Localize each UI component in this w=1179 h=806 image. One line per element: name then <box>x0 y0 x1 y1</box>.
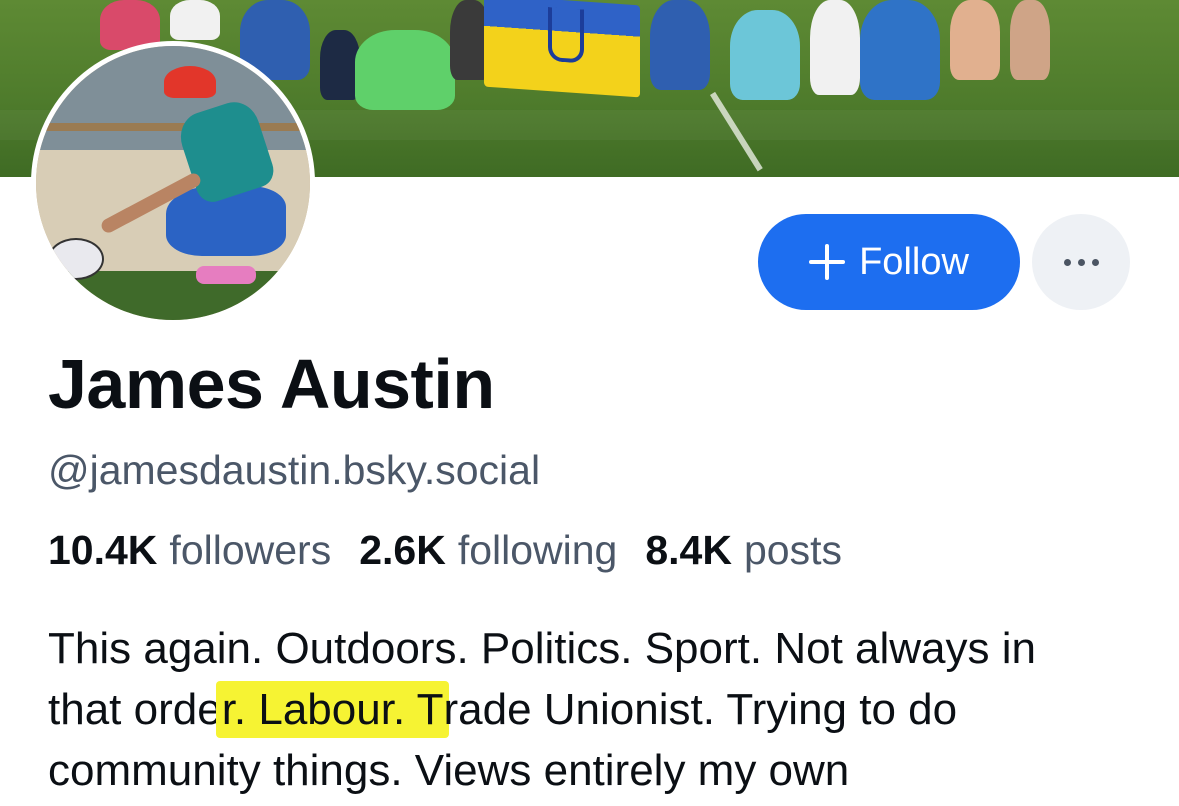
more-options-button[interactable] <box>1032 214 1130 310</box>
follow-button[interactable]: Follow <box>758 214 1020 310</box>
display-name: James Austin <box>48 345 495 423</box>
plus-icon <box>809 244 846 280</box>
profile-stats: 10.4K followers 2.6K following 8.4K post… <box>48 524 842 576</box>
posts-count: 8.4K <box>645 527 732 573</box>
posts-label: posts <box>743 527 842 573</box>
profile-handle: @jamesdaustin.bsky.social <box>48 447 541 493</box>
bio-highlight: r. Labour. T <box>215 681 450 738</box>
flag-image <box>484 0 640 98</box>
avatar[interactable] <box>31 41 315 325</box>
bio-line-3: community things. Views entirely my own <box>48 746 850 795</box>
profile-bio: This again. Outdoors. Politics. Sport. N… <box>48 618 1158 801</box>
follow-label: Follow <box>859 240 969 283</box>
bio-line-1: This again. Outdoors. Politics. Sport. N… <box>48 624 1036 673</box>
posts-stat: 8.4K posts <box>645 524 842 576</box>
bio-line-2: that order. Labour. Trade Unionist. Tryi… <box>48 679 1158 740</box>
following-count: 2.6K <box>359 527 446 573</box>
following-label: following <box>457 527 618 573</box>
dots-horizontal-icon <box>1063 258 1099 266</box>
followers-count: 10.4K <box>48 527 158 573</box>
followers-stat[interactable]: 10.4K followers <box>48 524 331 576</box>
rugby-ball <box>48 238 104 280</box>
bio-line-2-end: rade Unionist. Trying to do <box>443 685 958 734</box>
followers-label: followers <box>169 527 332 573</box>
bio-line-2-start: that orde <box>48 685 222 734</box>
following-stat[interactable]: 2.6K following <box>359 524 617 576</box>
